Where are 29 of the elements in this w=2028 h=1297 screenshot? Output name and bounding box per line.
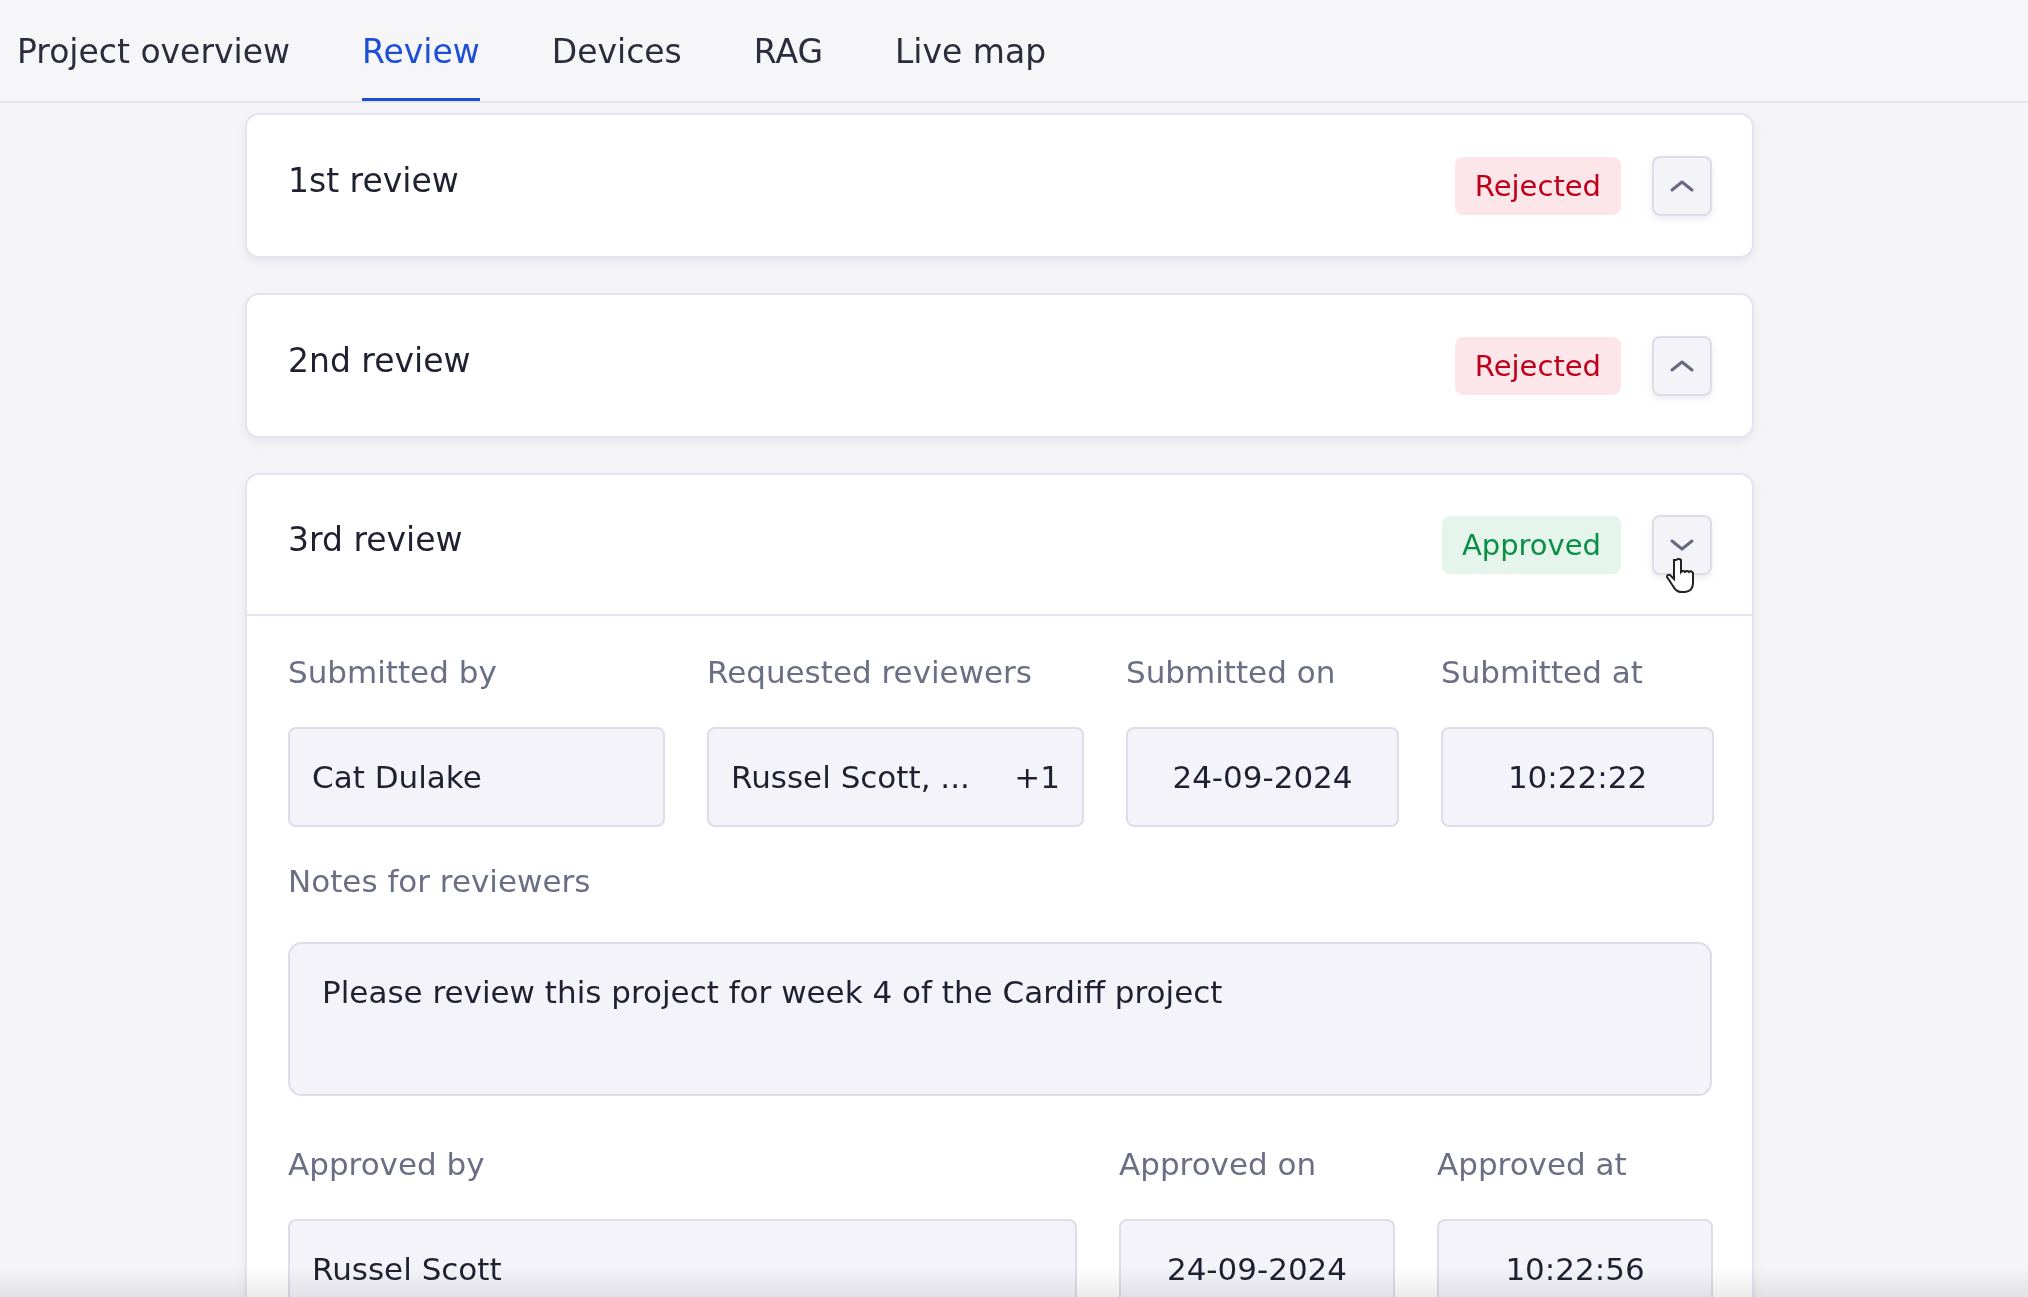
- field-label: Submitted at: [1441, 654, 1644, 692]
- field-label: Requested reviewers: [707, 654, 1033, 692]
- input-field[interactable]: 24-09-2024: [1119, 1219, 1395, 1297]
- input-field[interactable]: 10:22:22: [1441, 727, 1714, 827]
- review-title: 3rd review: [288, 520, 464, 559]
- tab[interactable]: Devices: [551, 0, 682, 101]
- toggle-button[interactable]: [1652, 335, 1712, 396]
- toggle-button[interactable]: [1652, 155, 1712, 216]
- field-label: Notes for reviewers: [288, 863, 592, 901]
- notes-field[interactable]: Please review this project for week 4 of the Cardiff project: [288, 942, 1712, 1096]
- field-label: Approved at: [1437, 1146, 1628, 1184]
- input-field[interactable]: 24-09-2024: [1126, 727, 1399, 827]
- status-badge: Rejected: [1454, 336, 1621, 395]
- field-label: Approved on: [1119, 1146, 1318, 1184]
- field-label: Submitted by: [288, 654, 498, 692]
- input-field[interactable]: 10:22:56: [1437, 1219, 1713, 1297]
- tab[interactable]: Project overview: [17, 0, 290, 101]
- status-badge: Approved: [1441, 515, 1621, 574]
- input-field[interactable]: Cat Dulake: [288, 727, 665, 827]
- input-field[interactable]: Russel Scott: [288, 1219, 1077, 1297]
- field-label: Submitted on: [1126, 654, 1337, 692]
- input-field[interactable]: Russel Scott, ... +1: [707, 727, 1084, 827]
- field-label: Approved by: [288, 1146, 486, 1184]
- review-title: 2nd review: [288, 341, 472, 380]
- review-title: 1st review: [288, 161, 460, 200]
- status-badge: Rejected: [1454, 156, 1621, 215]
- tab[interactable]: RAG: [753, 0, 823, 101]
- tab[interactable]: Review: [362, 0, 480, 101]
- tab[interactable]: Live map: [894, 0, 1047, 101]
